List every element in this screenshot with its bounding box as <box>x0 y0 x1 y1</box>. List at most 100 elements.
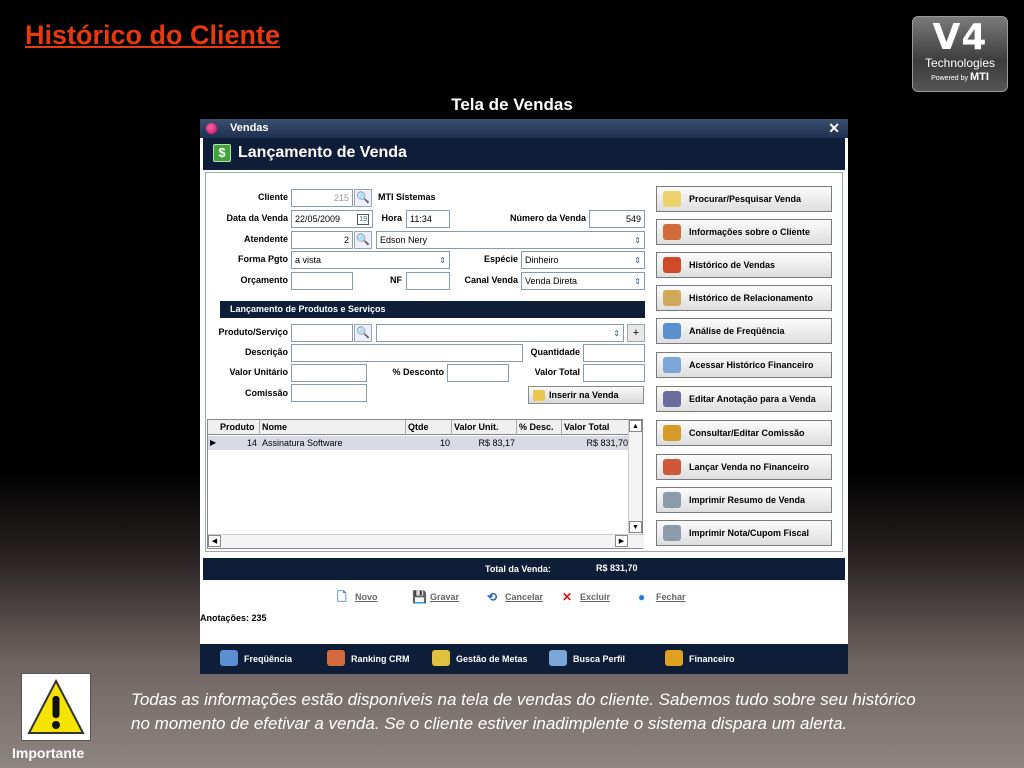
printer-icon <box>663 525 681 541</box>
valor-total-label: Valor Total <box>534 367 580 377</box>
atendente-search-icon[interactable]: 🔍 <box>354 231 372 249</box>
scroll-left-icon[interactable]: ◀ <box>208 535 221 547</box>
forma-pgto-label: Forma Pgto <box>237 254 288 264</box>
atendente-select[interactable]: Edson Nery ⇕ <box>376 231 645 249</box>
chevron-down-icon: ⇕ <box>634 236 641 245</box>
side-button-historico-de-relacionamento[interactable]: Histórico de Relacionamento <box>656 285 832 311</box>
side-button-lancar-venda-no-financeiro[interactable]: Lançar Venda no Financeiro <box>656 454 832 480</box>
sale-form: Cliente 215 🔍 MTI Sistemas Data da Venda… <box>205 172 843 552</box>
grid-horizontal-scrollbar[interactable]: ◀ ▶ <box>208 534 644 548</box>
nf-label: NF <box>390 275 402 285</box>
excluir-button[interactable]: ✕ Excluir <box>562 590 610 606</box>
forma-pgto-select[interactable]: a vista ⇕ <box>291 251 450 269</box>
vendas-window: Vendas ✕ $ Lançamento de Venda Cliente 2… <box>200 119 848 674</box>
nf-field[interactable] <box>406 272 450 290</box>
atendente-label: Atendente <box>243 234 288 244</box>
side-button-informacoes-sobre-o-cliente[interactable]: Informações sobre o Cliente <box>656 219 832 245</box>
scroll-down-icon[interactable]: ▼ <box>629 521 642 533</box>
action-toolbar: 🗋 Novo 💾 Gravar ⟲ Cancelar ✕ Excluir ● Fechar <box>200 585 848 610</box>
goals-icon <box>432 650 450 666</box>
chevron-down-icon: ⇕ <box>613 329 620 338</box>
window-title: Vendas <box>230 122 269 134</box>
canal-venda-select[interactable]: Venda Direta ⇕ <box>521 272 645 290</box>
side-button-historico-de-vendas[interactable]: Histórico de Vendas <box>656 252 832 278</box>
nav-financeiro[interactable]: Financeiro <box>665 650 735 669</box>
col-valor-unit[interactable]: Valor Unit. <box>452 420 517 435</box>
side-button-procurar-pesquisar-venda[interactable]: Procurar/Pesquisar Venda <box>656 186 832 212</box>
quantidade-field[interactable] <box>583 344 645 362</box>
scroll-up-icon[interactable]: ▲ <box>629 420 642 432</box>
cliente-name: MTI Sistemas <box>378 192 436 202</box>
slide-subtitle: Tela de Vendas <box>451 95 573 114</box>
desconto-label: % Desconto <box>392 367 444 377</box>
valor-total-field[interactable] <box>583 364 645 382</box>
nav-ranking-crm[interactable]: Ranking CRM <box>327 650 410 669</box>
annotations-count: Anotações: 235 <box>200 613 267 623</box>
numero-venda-field[interactable]: 549 <box>589 210 645 228</box>
col-nome[interactable]: Nome <box>260 420 406 435</box>
close-icon: ● <box>638 590 646 604</box>
especie-select[interactable]: Dinheiro ⇕ <box>521 251 645 269</box>
scroll-right-icon[interactable]: ▶ <box>615 535 628 547</box>
table-row[interactable]: ▶ 14 Assinatura Software 10 R$ 83,17 R$ … <box>208 436 630 450</box>
side-button-acessar-historico-financeiro[interactable]: Acessar Histórico Financeiro <box>656 352 832 378</box>
warning-icon <box>27 678 85 734</box>
calendar-icon[interactable]: 19 <box>357 214 369 225</box>
ranking-icon <box>327 650 345 666</box>
col-qtde[interactable]: Qtde <box>406 420 452 435</box>
printer-icon <box>663 492 681 508</box>
dollar-icon: $ <box>213 144 231 162</box>
comissao-field[interactable] <box>291 384 367 402</box>
app-icon <box>206 123 217 134</box>
col-produto[interactable]: Produto <box>218 420 260 435</box>
nav-frequencia[interactable]: Freqüência <box>220 650 292 669</box>
row-pointer-icon: ▶ <box>210 438 217 447</box>
col-valor-total[interactable]: Valor Total <box>562 420 630 435</box>
clipboard-icon <box>663 290 681 306</box>
logo-powered: Powered by MTI <box>931 71 989 83</box>
col-desc[interactable]: % Desc. <box>517 420 562 435</box>
delete-icon: ✕ <box>562 590 573 604</box>
produto-search-icon[interactable]: 🔍 <box>354 324 372 342</box>
side-button-imprimir-resumo-de-venda[interactable]: Imprimir Resumo de Venda <box>656 487 832 513</box>
money-icon <box>663 425 681 441</box>
cancelar-button[interactable]: ⟲ Cancelar <box>487 590 543 606</box>
book-icon <box>663 257 681 273</box>
desconto-field[interactable] <box>447 364 509 382</box>
side-button-analise-de-frequencia[interactable]: Análise de Freqüência <box>656 318 832 344</box>
produto-code-field[interactable] <box>291 324 353 342</box>
orcamento-field[interactable] <box>291 272 353 290</box>
nav-gestao-de-metas[interactable]: Gestão de Metas <box>432 650 528 669</box>
side-button-imprimir-nota-cupom-fiscal[interactable]: Imprimir Nota/Cupom Fiscal <box>656 520 832 546</box>
valor-unitario-label: Valor Unitário <box>229 367 288 377</box>
atendente-code-field[interactable]: 2 <box>291 231 353 249</box>
data-venda-field[interactable]: 22/05/2009 19 <box>291 210 373 228</box>
data-venda-label: Data da Venda <box>226 213 288 223</box>
close-icon[interactable]: ✕ <box>828 120 840 137</box>
grid-vertical-scrollbar[interactable]: ▲ ▼ <box>628 420 642 534</box>
fechar-button[interactable]: ● Fechar <box>638 590 686 606</box>
produto-add-icon[interactable]: + <box>627 324 645 342</box>
novo-button[interactable]: 🗋 Novo <box>337 590 378 606</box>
side-button-consultar-editar-comissao[interactable]: Consultar/Editar Comissão <box>656 420 832 446</box>
warning-label: Importante <box>12 745 85 761</box>
chevron-down-icon: ⇕ <box>634 277 641 286</box>
hora-label: Hora <box>381 213 402 223</box>
cliente-code-field[interactable]: 215 <box>291 189 353 207</box>
logo-main: V4 <box>932 17 988 58</box>
logo-tagline: Technologies <box>924 56 996 70</box>
v4-logo: V4 Technologies Powered by MTI <box>912 16 1008 92</box>
cliente-search-icon[interactable]: 🔍 <box>354 189 372 207</box>
descricao-field[interactable] <box>291 344 523 362</box>
chevron-down-icon: ⇕ <box>634 256 641 265</box>
products-section-title: Lançamento de Produtos e Serviços <box>220 301 645 318</box>
hora-field[interactable]: 11:34 <box>406 210 450 228</box>
produto-select[interactable]: ⇕ <box>376 324 624 342</box>
gravar-button[interactable]: 💾 Gravar <box>412 590 459 606</box>
especie-label: Espécie <box>483 254 518 264</box>
valor-unitario-field[interactable] <box>291 364 367 382</box>
cliente-label: Cliente <box>257 192 288 202</box>
side-button-editar-anotacao-para-a-venda[interactable]: Editar Anotação para a Venda <box>656 386 832 412</box>
insert-into-sale-button[interactable]: Inserir na Venda <box>528 386 644 404</box>
nav-busca-perfil[interactable]: Busca Perfil <box>549 650 625 669</box>
